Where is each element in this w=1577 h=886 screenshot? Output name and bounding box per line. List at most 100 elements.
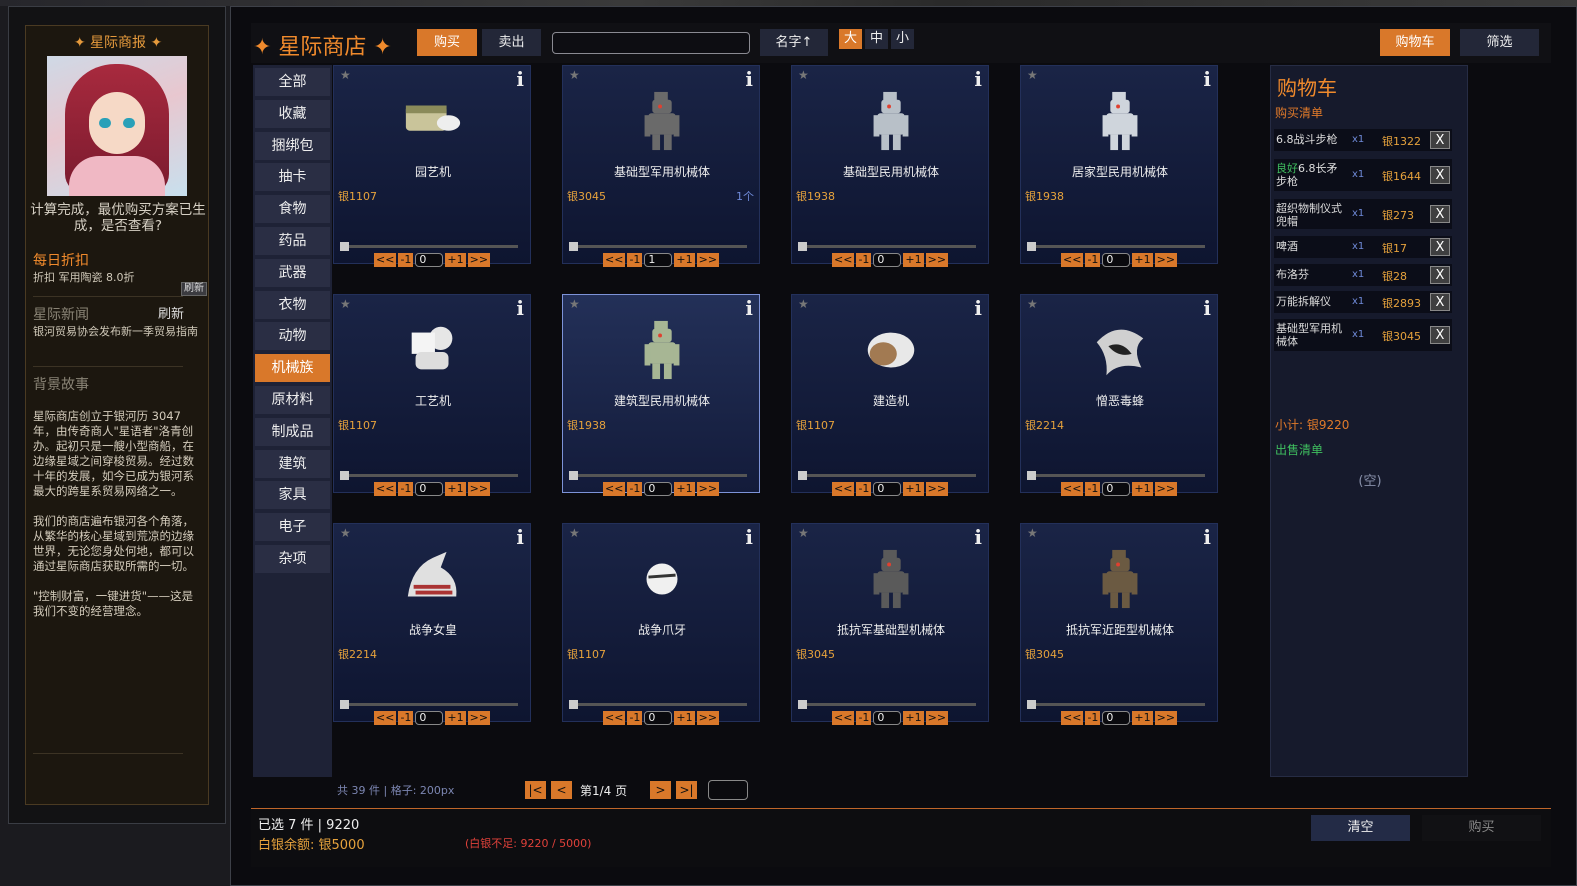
category-tab[interactable]: 动物	[255, 322, 330, 351]
plus-one-button[interactable]: +1	[903, 711, 924, 725]
minus-one-button[interactable]: -1	[856, 253, 872, 267]
minus-one-button[interactable]: -1	[627, 482, 643, 496]
minus-one-button[interactable]: -1	[398, 711, 414, 725]
plus-one-button[interactable]: +1	[1132, 711, 1153, 725]
last-page-button[interactable]: >|	[676, 781, 697, 799]
minus-one-button[interactable]: -1	[856, 482, 872, 496]
info-icon[interactable]: i	[1203, 525, 1211, 549]
quantity-slider[interactable]	[798, 471, 976, 480]
info-icon[interactable]: i	[1203, 67, 1211, 91]
remove-item-button[interactable]: X	[1430, 266, 1450, 284]
item-card[interactable]: ★ i 战争女皇 银2214 << -1 0 +1 >>	[333, 523, 531, 725]
remove-item-button[interactable]: X	[1430, 131, 1450, 149]
category-tab[interactable]: 衣物	[255, 290, 330, 319]
quantity-input[interactable]: 0	[644, 482, 673, 496]
slider-handle[interactable]	[569, 242, 578, 251]
slider-handle[interactable]	[1027, 471, 1036, 480]
plus-many-button[interactable]: >>	[925, 253, 949, 267]
quantity-slider[interactable]	[340, 700, 518, 709]
info-icon[interactable]: i	[745, 525, 753, 549]
favorite-star-icon[interactable]: ★	[569, 68, 580, 82]
info-icon[interactable]: i	[974, 296, 982, 320]
minus-many-button[interactable]: <<	[1061, 711, 1084, 725]
minus-many-button[interactable]: <<	[603, 482, 626, 496]
remove-item-button[interactable]: X	[1430, 205, 1450, 223]
plus-one-button[interactable]: +1	[445, 482, 466, 496]
slider-handle[interactable]	[798, 471, 807, 480]
info-icon[interactable]: i	[516, 67, 524, 91]
slider-handle[interactable]	[340, 700, 349, 709]
minus-one-button[interactable]: -1	[1085, 482, 1101, 496]
category-tab[interactable]: 原材料	[255, 386, 330, 414]
item-card[interactable]: ★ i 园艺机 银1107 << -1 0 +1 >>	[333, 65, 531, 267]
filter-button[interactable]: 筛选	[1460, 29, 1539, 56]
slider-handle[interactable]	[569, 471, 578, 480]
item-card[interactable]: ★ i 抵抗军基础型机械体 银3045 << -1 0 +1 >>	[791, 523, 989, 725]
favorite-star-icon[interactable]: ★	[798, 68, 809, 82]
category-tab[interactable]: 家具	[255, 481, 330, 510]
category-tab[interactable]: 建筑	[255, 449, 330, 478]
plus-many-button[interactable]: >>	[925, 482, 949, 496]
favorite-star-icon[interactable]: ★	[340, 68, 351, 82]
quantity-slider[interactable]	[798, 242, 976, 251]
minus-one-button[interactable]: -1	[627, 711, 643, 725]
plus-many-button[interactable]: >>	[925, 711, 949, 725]
category-tab[interactable]: 收藏	[255, 99, 330, 128]
size-medium-button[interactable]: 中	[865, 29, 888, 49]
minus-many-button[interactable]: <<	[603, 711, 626, 725]
category-tab[interactable]: 捆绑包	[255, 131, 330, 160]
info-icon[interactable]: i	[745, 67, 753, 91]
remove-item-button[interactable]: X	[1430, 238, 1450, 256]
plus-many-button[interactable]: >>	[1154, 253, 1178, 267]
quantity-input[interactable]: 0	[1102, 253, 1131, 267]
item-card[interactable]: ★ i 憎恶毒蜂 银2214 << -1 0 +1 >>	[1020, 294, 1218, 496]
plus-one-button[interactable]: +1	[903, 482, 924, 496]
category-tab[interactable]: 武器	[255, 258, 330, 287]
category-tab[interactable]: 药品	[255, 227, 330, 255]
minus-many-button[interactable]: <<	[832, 482, 855, 496]
info-icon[interactable]: i	[974, 67, 982, 91]
quantity-slider[interactable]	[340, 242, 518, 251]
quantity-input[interactable]: 0	[1102, 711, 1131, 725]
quantity-slider[interactable]	[1027, 700, 1205, 709]
plus-many-button[interactable]: >>	[467, 482, 491, 496]
slider-handle[interactable]	[340, 242, 349, 251]
size-small-button[interactable]: 小	[891, 29, 914, 49]
first-page-button[interactable]: |<	[525, 781, 546, 799]
daily-refresh-button[interactable]: 刷新	[181, 282, 207, 296]
item-card[interactable]: ★ i 工艺机 银1107 << -1 0 +1 >>	[333, 294, 531, 496]
plus-many-button[interactable]: >>	[696, 253, 720, 267]
category-tab[interactable]: 机械族	[255, 354, 330, 383]
quantity-input[interactable]: 0	[415, 482, 444, 496]
advisor-message[interactable]: 计算完成，最优购买方案已生成，是否查看?	[30, 202, 206, 234]
item-card[interactable]: ★ i 基础型军用机械体 银3045 1个 << -1 1 +1 >>	[562, 65, 760, 267]
plus-one-button[interactable]: +1	[674, 253, 695, 267]
remove-item-button[interactable]: X	[1430, 293, 1450, 311]
minus-many-button[interactable]: <<	[374, 482, 397, 496]
remove-item-button[interactable]: X	[1430, 166, 1450, 184]
minus-many-button[interactable]: <<	[832, 711, 855, 725]
plus-one-button[interactable]: +1	[903, 253, 924, 267]
plus-one-button[interactable]: +1	[674, 711, 695, 725]
minus-one-button[interactable]: -1	[627, 253, 643, 267]
search-input[interactable]	[552, 32, 750, 54]
minus-many-button[interactable]: <<	[374, 253, 397, 267]
quantity-slider[interactable]	[1027, 471, 1205, 480]
item-card[interactable]: ★ i 建筑型民用机械体 银1938 << -1 0 +1 >>	[562, 294, 760, 496]
slider-handle[interactable]	[1027, 242, 1036, 251]
quantity-slider[interactable]	[798, 700, 976, 709]
plus-many-button[interactable]: >>	[1154, 482, 1178, 496]
category-tab[interactable]: 杂项	[255, 545, 330, 573]
page-goto-input[interactable]	[708, 780, 748, 800]
quantity-input[interactable]: 1	[644, 253, 673, 267]
minus-one-button[interactable]: -1	[1085, 711, 1101, 725]
slider-handle[interactable]	[798, 242, 807, 251]
quantity-input[interactable]: 0	[1102, 482, 1131, 496]
favorite-star-icon[interactable]: ★	[569, 297, 580, 311]
item-card[interactable]: ★ i 基础型民用机械体 银1938 << -1 0 +1 >>	[791, 65, 989, 267]
clear-button[interactable]: 清空	[1311, 815, 1410, 841]
favorite-star-icon[interactable]: ★	[340, 297, 351, 311]
favorite-star-icon[interactable]: ★	[1027, 68, 1038, 82]
sell-tab[interactable]: 卖出	[482, 29, 541, 56]
plus-one-button[interactable]: +1	[674, 482, 695, 496]
